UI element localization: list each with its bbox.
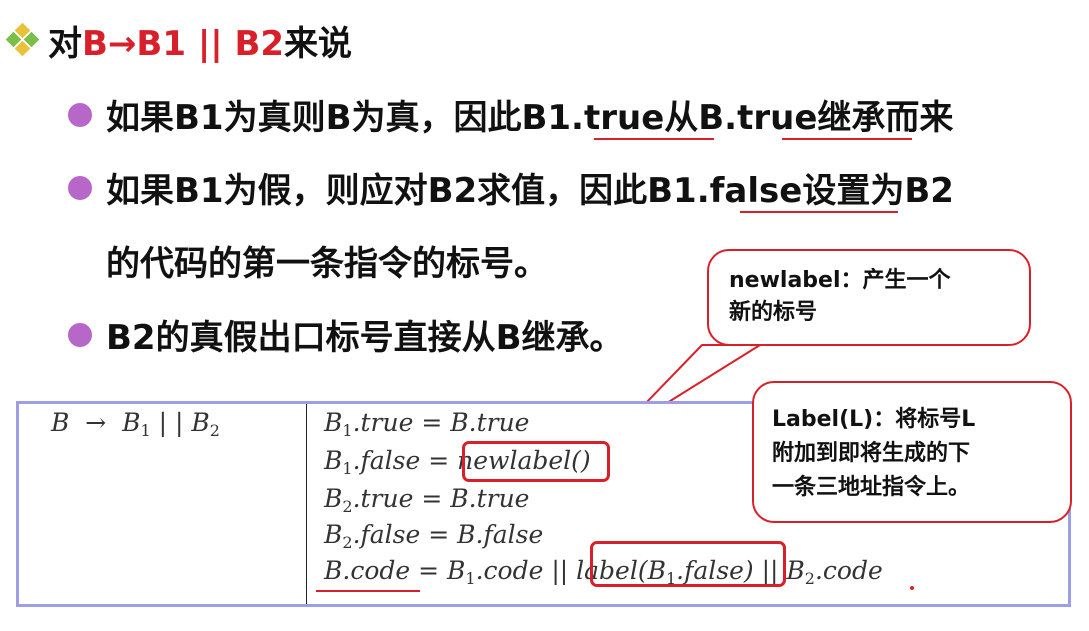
newlabel-highlight-box [462,441,610,482]
production-cell: B → B1 | | B2 [51,408,220,440]
rule-line: B1.true = B.true [324,408,530,440]
newlabel-callout: newlabel：产生一个 新的标号 [707,249,1031,346]
table-divider [306,404,307,604]
label-highlight-box [590,541,786,587]
label-callout: Label(L)：将标号L 附加到即将生成的下 一条三地址指令上。 [752,381,1072,523]
underline-mark [316,590,420,592]
red-dot-mark [910,586,914,590]
rule-line: B2.true = B.true [324,484,530,516]
rule-line: B2.false = B.false [324,520,544,552]
